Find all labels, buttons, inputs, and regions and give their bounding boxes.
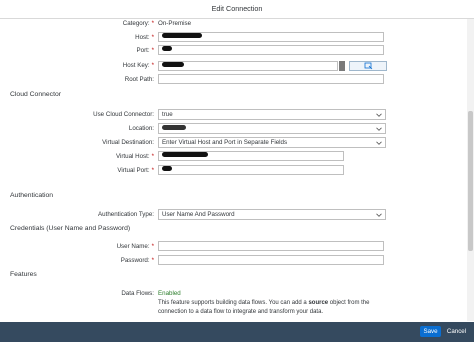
host-key-input[interactable]: [158, 61, 338, 71]
port-input[interactable]: [158, 45, 384, 55]
authentication-type-value: User Name And Password: [162, 211, 235, 218]
location-label: Location:: [128, 125, 154, 132]
required-mark: *: [151, 257, 154, 264]
save-button[interactable]: Save: [420, 326, 441, 337]
virtual-destination-label: Virtual Destination:: [102, 139, 154, 146]
description-bold-text: source: [308, 300, 329, 306]
host-key-label: Host Key: *: [8, 62, 154, 69]
required-mark: *: [151, 243, 154, 250]
password-label: Password: *: [8, 257, 154, 264]
scrollbar-thumb[interactable]: [468, 111, 473, 251]
features-heading: Features: [10, 271, 37, 278]
port-label-text: Port:: [136, 47, 150, 54]
dialog-title: Edit Connection: [0, 0, 474, 19]
virtual-port-label: Virtual Port: *: [8, 167, 154, 174]
virtual-host-label-text: Virtual Host:: [115, 153, 150, 160]
cloud-connector-heading: Cloud Connector: [10, 91, 62, 98]
redacted-value: [162, 125, 186, 131]
chevron-down-icon: [376, 141, 382, 145]
category-value: On-Premise: [158, 20, 192, 27]
virtual-port-label-text: Virtual Port:: [117, 167, 150, 174]
use-cloud-connector-value: true: [162, 111, 173, 118]
location-select[interactable]: [158, 123, 386, 134]
host-key-resize-handle[interactable]: [339, 61, 345, 71]
data-flows-description: This feature supports building data flow…: [158, 299, 394, 317]
use-cloud-connector-select[interactable]: true: [158, 109, 386, 120]
dialog-footer: [0, 322, 474, 342]
category-label: Category: *: [8, 20, 154, 27]
required-mark: *: [151, 153, 154, 160]
credentials-heading: Credentials (User Name and Password): [10, 225, 131, 232]
virtual-host-label: Virtual Host: *: [8, 153, 154, 160]
redacted-value: [162, 46, 172, 52]
root-path-input[interactable]: [158, 74, 384, 84]
root-path-label: Root Path:: [124, 76, 154, 83]
category-label-text: Category:: [122, 20, 150, 27]
redacted-value: [162, 62, 184, 68]
description-text: This feature supports building data flow…: [158, 300, 309, 306]
virtual-destination-value: Enter Virtual Host and Port in Separate …: [162, 139, 288, 146]
user-name-label-text: User Name:: [116, 243, 150, 250]
required-mark: *: [151, 20, 154, 27]
cancel-button[interactable]: Cancel: [444, 326, 469, 337]
upload-host-key-button[interactable]: [349, 61, 387, 71]
user-name-input[interactable]: [158, 241, 384, 251]
data-flows-status: Enabled: [158, 290, 181, 297]
host-label-text: Host:: [135, 34, 150, 41]
password-input[interactable]: [158, 255, 384, 265]
host-key-label-text: Host Key:: [122, 62, 150, 69]
use-cloud-connector-label: Use Cloud Connector:: [93, 111, 154, 118]
upload-icon: [364, 62, 373, 70]
required-mark: *: [151, 34, 154, 41]
redacted-value: [162, 152, 208, 158]
required-mark: *: [151, 47, 154, 54]
required-mark: *: [151, 62, 154, 69]
redacted-value: [162, 166, 172, 172]
vertical-scrollbar[interactable]: [467, 19, 474, 321]
authentication-heading: Authentication: [10, 192, 54, 199]
data-flows-label: Data Flows:: [121, 290, 154, 297]
user-name-label: User Name: *: [8, 243, 154, 250]
authentication-type-select[interactable]: User Name And Password: [158, 209, 386, 220]
password-label-text: Password:: [120, 257, 150, 264]
authentication-type-label: Authentication Type:: [98, 211, 154, 218]
chevron-down-icon: [376, 113, 382, 117]
host-label: Host: *: [8, 34, 154, 41]
port-label: Port: *: [8, 47, 155, 54]
virtual-port-input[interactable]: [158, 165, 344, 175]
host-input[interactable]: [158, 32, 384, 42]
virtual-destination-select[interactable]: Enter Virtual Host and Port in Separate …: [158, 137, 386, 148]
virtual-host-input[interactable]: [158, 151, 344, 161]
required-mark: *: [151, 167, 154, 174]
chevron-down-icon: [376, 213, 382, 217]
chevron-down-icon: [376, 127, 382, 131]
redacted-value: [162, 33, 202, 39]
